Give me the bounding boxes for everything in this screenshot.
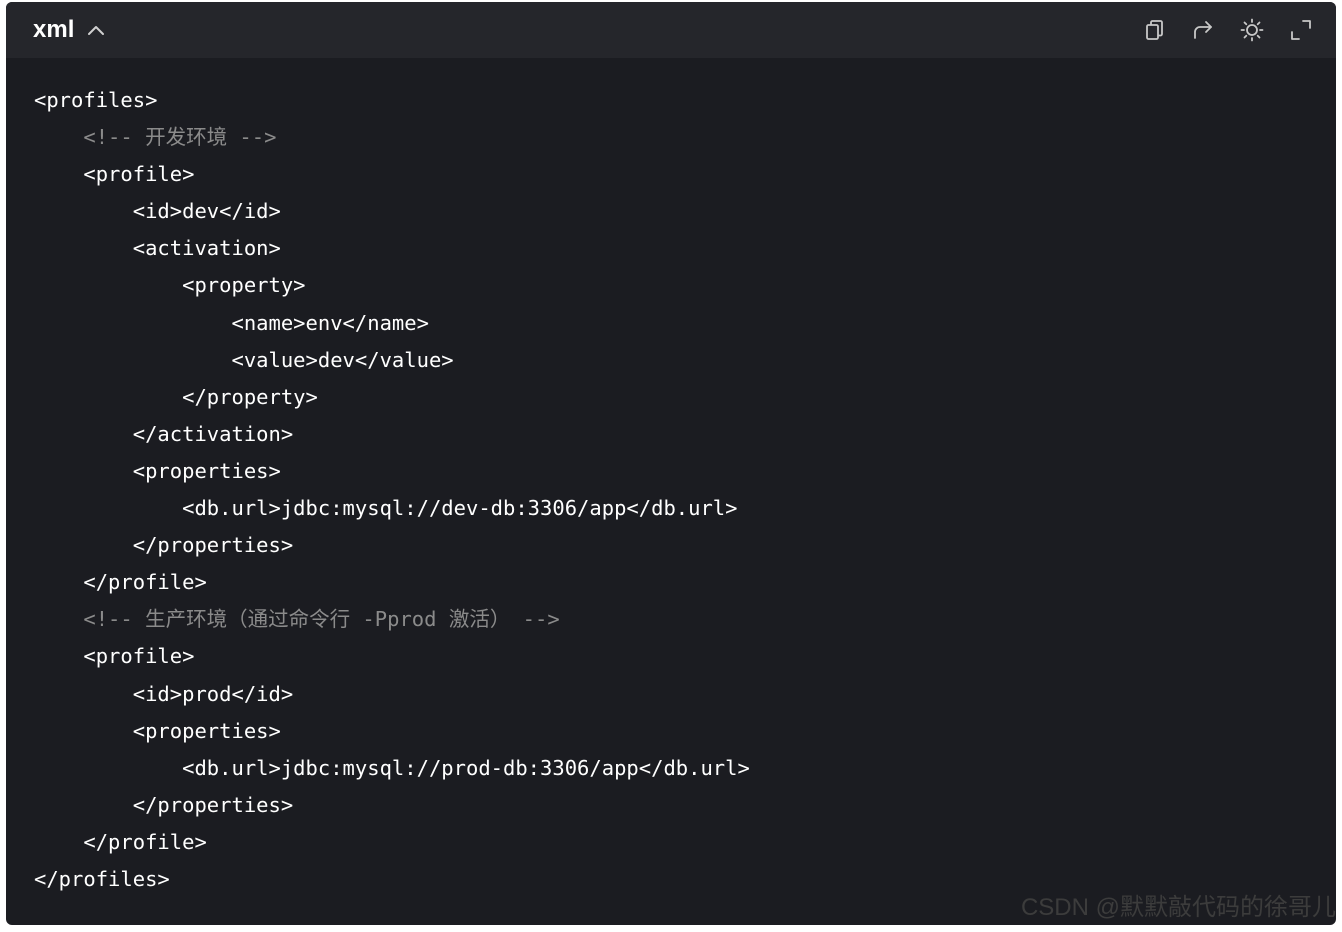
code-line: <db.url>jdbc:mysql://dev-db:3306/app</db… [34,496,738,521]
chevron-up-icon[interactable] [86,22,106,38]
code-content: <profiles> <!-- 开发环境 --> <profile> <id>d… [34,82,750,898]
code-line: <properties> [34,458,281,483]
code-line: </profiles> [34,866,170,891]
code-line: <profiles> [34,88,158,112]
code-line: <properties> [34,718,281,743]
copy-icon[interactable] [1142,18,1166,42]
code-line: <id>prod</id> [34,681,294,706]
code-line: <profile> [34,162,195,187]
code-line: <name>env</name> [34,310,429,335]
code-line: <id>dev</id> [34,199,281,224]
code-line: </properties> [34,792,294,817]
code-line: <profile> [34,644,195,669]
code-line: <activation> [34,236,281,261]
code-block: xml <profiles> <!-- 开发环境 --> <profile> <… [6,2,1336,925]
language-label[interactable]: xml [33,16,74,44]
code-comment-line: <!-- 生产环境（通过命令行 -Pprod 激活） --> [34,607,560,632]
code-line: </properties> [34,533,294,558]
code-line: </profile> [34,570,207,595]
code-comment-line: <!-- 开发环境 --> [34,125,277,150]
code-line: </profile> [34,829,207,854]
fullscreen-icon[interactable] [1289,18,1313,42]
code-line: <db.url>jdbc:mysql://prod-db:3306/app</d… [34,755,750,780]
code-line: </activation> [34,421,294,446]
code-block-header: xml [6,2,1336,58]
code-line: <property> [34,273,306,298]
share-icon[interactable] [1191,18,1215,42]
csdn-watermark: CSDN @默默敲代码的徐哥儿 [1020,894,1336,921]
code-line: <value>dev</value> [34,347,454,372]
code-line: </property> [34,384,318,409]
theme-toggle-icon[interactable] [1240,18,1264,42]
